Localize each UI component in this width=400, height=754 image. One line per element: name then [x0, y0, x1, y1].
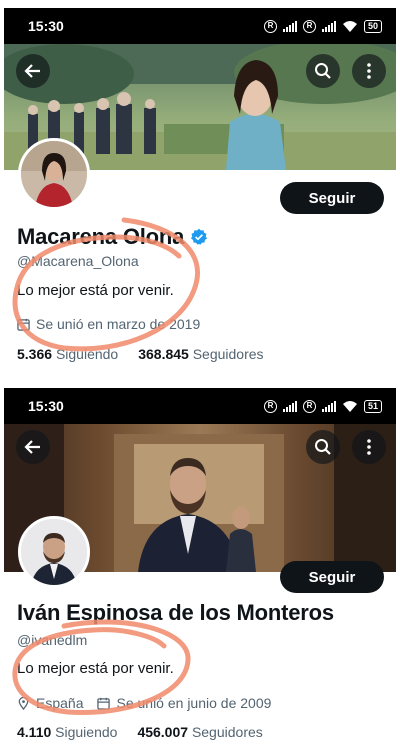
status-time: 15:30	[28, 398, 64, 414]
avatar-photo	[21, 141, 87, 207]
followers-label: Seguidores	[191, 724, 263, 740]
followers-count: 368.845	[138, 346, 189, 362]
more-options-button[interactable]	[352, 54, 386, 88]
follow-button[interactable]: Seguir	[280, 561, 384, 593]
signal-icon	[282, 400, 297, 412]
profile-meta: España Se unió en junio de 2009	[17, 695, 271, 711]
roaming-icon-2: R	[302, 399, 316, 413]
handle: @ivanedlm	[17, 632, 88, 648]
signal-icon-2	[321, 20, 336, 32]
roaming-icon: R	[263, 399, 277, 413]
calendar-icon	[17, 318, 30, 331]
followers-count: 456.007	[137, 724, 189, 740]
profile-screenshot-macarena: 15:30 R R 50 Seguir Macarena Olona @Maca…	[4, 8, 396, 376]
roaming-icon: R	[263, 19, 277, 33]
back-arrow-icon	[24, 64, 40, 78]
avatar[interactable]	[18, 138, 90, 210]
battery-icon: 51	[363, 399, 382, 413]
verified-badge-icon	[191, 228, 208, 245]
battery-icon: 50	[363, 19, 382, 33]
search-button[interactable]	[306, 430, 340, 464]
back-arrow-icon	[24, 440, 40, 454]
kebab-menu-icon	[367, 63, 371, 79]
bio: Lo mejor está por venir.	[17, 660, 174, 677]
follow-button[interactable]: Seguir	[280, 182, 384, 214]
status-bar: 15:30 R R 51	[4, 388, 396, 424]
following-label: Siguiendo	[55, 724, 118, 740]
location-pin-icon	[18, 696, 29, 710]
display-name: Iván Espinosa de los Monteros	[17, 600, 334, 626]
following-link[interactable]: 5.366 Siguiendo	[17, 346, 118, 362]
back-button[interactable]	[16, 54, 50, 88]
followers-link[interactable]: 456.007 Seguidores	[137, 724, 262, 740]
signal-icon	[282, 20, 297, 32]
follow-stats: 5.366 Siguiendo 368.845 Seguidores	[17, 346, 264, 362]
status-icons: R R 50	[263, 19, 382, 33]
following-count: 5.366	[17, 346, 53, 362]
wifi-icon	[342, 400, 357, 412]
joined-text: Se unió en junio de 2009	[116, 695, 272, 711]
display-name: Macarena Olona	[17, 224, 208, 250]
display-name-text: Macarena Olona	[17, 224, 185, 249]
status-time: 15:30	[28, 18, 64, 34]
signal-icon-2	[321, 400, 336, 412]
roaming-icon-2: R	[302, 19, 316, 33]
kebab-menu-icon	[367, 439, 371, 455]
handle: @Macarena_Olona	[17, 253, 139, 269]
profile-screenshot-ivan: 15:30 R R 51 Seguir Iván Espinosa de los…	[4, 388, 396, 750]
search-icon	[315, 439, 331, 455]
following-link[interactable]: 4.110 Siguiendo	[17, 724, 117, 740]
back-button[interactable]	[16, 430, 50, 464]
status-icons: R R 51	[263, 399, 382, 413]
avatar[interactable]	[18, 516, 90, 588]
wifi-icon	[342, 20, 357, 32]
following-label: Siguiendo	[55, 346, 119, 362]
followers-label: Seguidores	[192, 346, 264, 362]
location-text: España	[36, 695, 84, 711]
followers-link[interactable]: 368.845 Seguidores	[138, 346, 263, 362]
bio: Lo mejor está por venir.	[17, 282, 174, 299]
display-name-text: Iván Espinosa de los Monteros	[17, 600, 334, 625]
status-bar: 15:30 R R 50	[4, 8, 396, 44]
joined-text: Se unió en marzo de 2019	[36, 316, 201, 332]
following-count: 4.110	[17, 724, 52, 740]
search-icon	[315, 63, 331, 79]
avatar-photo	[21, 519, 87, 585]
search-button[interactable]	[306, 54, 340, 88]
calendar-icon	[97, 697, 111, 710]
follow-stats: 4.110 Siguiendo 456.007 Seguidores	[17, 724, 263, 740]
more-options-button[interactable]	[352, 430, 386, 464]
joined-date: Se unió en marzo de 2019	[17, 316, 200, 332]
